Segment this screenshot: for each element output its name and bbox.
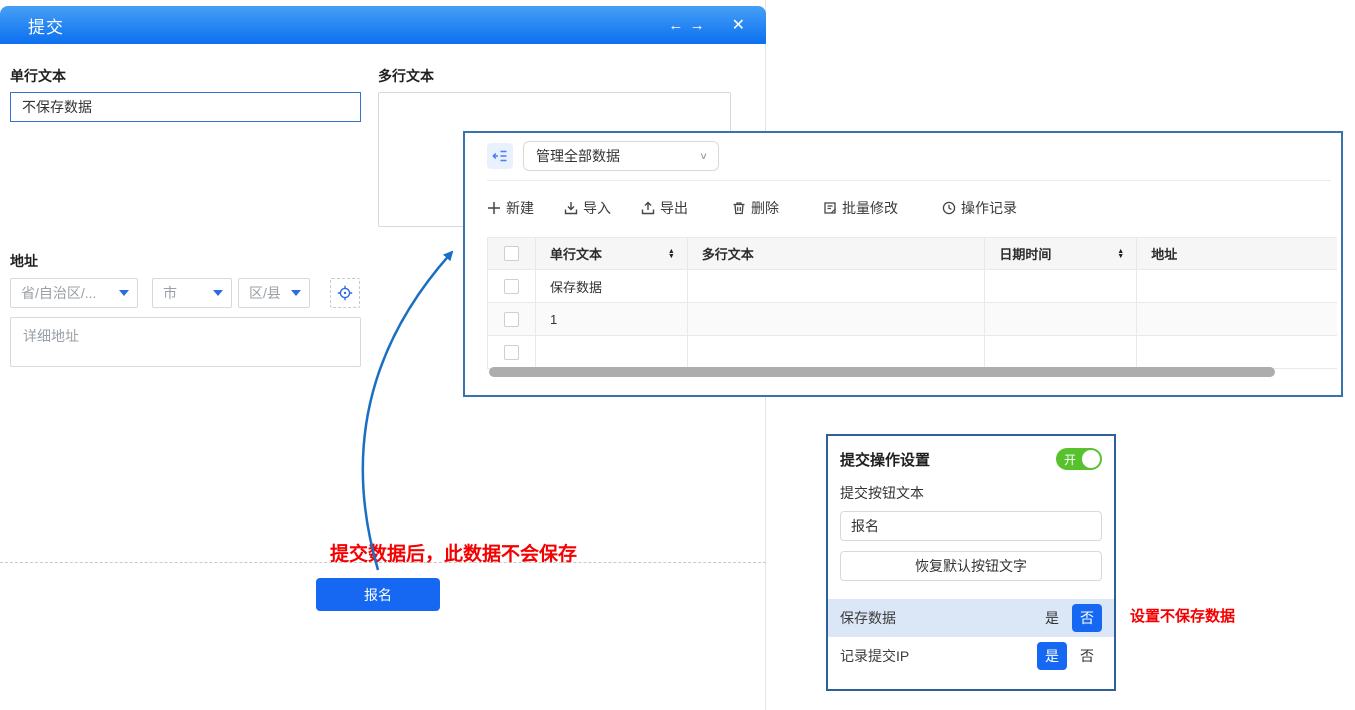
trash-icon — [732, 201, 746, 215]
data-management-panel: 管理全部数据 ∨ 新建 导入 导出 — [463, 131, 1343, 397]
toggle-knob — [1082, 450, 1100, 468]
address-label: 地址 — [10, 251, 38, 271]
data-scope-select[interactable]: 管理全部数据 ∨ — [523, 141, 719, 171]
cell-multi-line — [688, 303, 986, 335]
toggle-on-label: 开 — [1064, 451, 1076, 468]
province-select[interactable]: 省/自治区/... — [10, 278, 138, 308]
table-row: 保存数据 — [488, 270, 1337, 303]
sort-icon[interactable]: ▲▼ — [1117, 249, 1124, 259]
detail-address-textarea[interactable]: 详细地址 — [10, 317, 361, 367]
column-header-address: 地址 — [1137, 238, 1337, 269]
table-row — [488, 336, 1337, 369]
locate-button[interactable] — [330, 278, 360, 308]
crosshair-locate-icon — [337, 285, 353, 301]
cell-single-line — [536, 336, 688, 368]
province-placeholder: 省/自治区/... — [21, 283, 111, 303]
single-line-input[interactable] — [10, 92, 361, 122]
city-placeholder: 市 — [163, 283, 205, 303]
button-text-label: 提交按钮文本 — [840, 483, 1102, 503]
annotation-form-note: 提交数据后，此数据不会保存 — [330, 539, 577, 566]
setting-row-record-ip: 记录提交IP 是 否 — [828, 637, 1114, 675]
row-checkbox[interactable] — [504, 345, 519, 360]
data-table: 单行文本 ▲▼ 多行文本 日期时间 ▲▼ 地址 保存数据 — [487, 237, 1337, 369]
export-button[interactable]: 导出 — [641, 198, 688, 218]
multi-line-label: 多行文本 — [378, 66, 434, 86]
dropdown-triangle-icon — [213, 290, 223, 296]
operation-log-button[interactable]: 操作记录 — [942, 198, 1017, 218]
close-icon[interactable]: ✕ — [732, 15, 746, 35]
plus-icon — [487, 201, 501, 215]
cell-address — [1137, 270, 1337, 302]
column-header-single-line: 单行文本 ▲▼ — [536, 238, 688, 269]
cell-datetime — [985, 336, 1137, 368]
cell-address — [1137, 336, 1337, 368]
settings-toggle-on[interactable]: 开 — [1056, 448, 1102, 470]
panel-divider — [487, 180, 1331, 181]
cell-single-line: 保存数据 — [536, 270, 688, 302]
select-all-checkbox[interactable] — [504, 246, 519, 261]
chevron-down-icon: ∨ — [699, 150, 708, 161]
city-select[interactable]: 市 — [152, 278, 232, 308]
cell-single-line: 1 — [536, 303, 688, 335]
resize-width-icon[interactable]: ← → — [668, 17, 705, 34]
horizontal-scrollbar[interactable] — [489, 367, 1275, 377]
collapse-sidebar-button[interactable] — [487, 143, 513, 169]
export-icon — [641, 201, 655, 215]
settings-title: 提交操作设置 — [840, 449, 930, 470]
cell-multi-line — [688, 336, 986, 368]
column-header-datetime: 日期时间 ▲▼ — [985, 238, 1137, 269]
cell-multi-line — [688, 270, 986, 302]
cell-address — [1137, 303, 1337, 335]
row-checkbox[interactable] — [504, 312, 519, 327]
row-checkbox[interactable] — [504, 279, 519, 294]
dropdown-triangle-icon — [291, 290, 301, 296]
clock-icon — [942, 201, 956, 215]
submit-form-button[interactable]: 报名 — [316, 578, 440, 611]
cell-datetime — [985, 270, 1137, 302]
import-icon — [564, 201, 578, 215]
dropdown-triangle-icon — [119, 290, 129, 296]
record-ip-yes-button[interactable]: 是 — [1037, 642, 1067, 670]
single-line-label: 单行文本 — [10, 66, 66, 86]
annotation-settings-note: 设置不保存数据 — [1130, 605, 1235, 626]
detail-address-placeholder: 详细地址 — [23, 326, 79, 346]
district-placeholder: 区/县 — [249, 283, 283, 303]
submit-settings-panel: 提交操作设置 开 提交按钮文本 恢复默认按钮文字 保存数据 是 否 记录提交IP… — [826, 434, 1116, 691]
data-toolbar: 新建 导入 导出 删除 — [487, 194, 1047, 222]
batch-edit-button[interactable]: 批量修改 — [823, 198, 898, 218]
table-header-row: 单行文本 ▲▼ 多行文本 日期时间 ▲▼ 地址 — [488, 238, 1337, 270]
setting-label: 保存数据 — [840, 608, 1037, 628]
district-select[interactable]: 区/县 — [238, 278, 310, 308]
new-record-button[interactable]: 新建 — [487, 198, 534, 218]
column-header-multi-line: 多行文本 — [688, 238, 986, 269]
reset-button-text-button[interactable]: 恢复默认按钮文字 — [840, 551, 1102, 581]
batch-edit-icon — [823, 201, 837, 215]
button-text-input[interactable] — [840, 511, 1102, 541]
save-data-yes-button[interactable]: 是 — [1037, 604, 1067, 632]
table-row: 1 — [488, 303, 1337, 336]
record-ip-no-button[interactable]: 否 — [1072, 642, 1102, 670]
setting-label: 记录提交IP — [840, 646, 1037, 666]
data-scope-value: 管理全部数据 — [536, 146, 699, 166]
delete-button[interactable]: 删除 — [732, 198, 779, 218]
save-data-no-button[interactable]: 否 — [1072, 604, 1102, 632]
modal-title: 提交 — [28, 13, 64, 38]
import-button[interactable]: 导入 — [564, 198, 611, 218]
setting-row-save-data: 保存数据 是 否 — [828, 599, 1114, 637]
modal-header: 提交 ← → ✕ — [0, 6, 766, 44]
cell-datetime — [985, 303, 1137, 335]
sort-icon[interactable]: ▲▼ — [668, 249, 675, 259]
page: 提交 ← → ✕ 单行文本 多行文本 地址 省/自治区/... 市 区/县 — [0, 0, 1355, 710]
collapse-sidebar-icon — [492, 148, 508, 164]
